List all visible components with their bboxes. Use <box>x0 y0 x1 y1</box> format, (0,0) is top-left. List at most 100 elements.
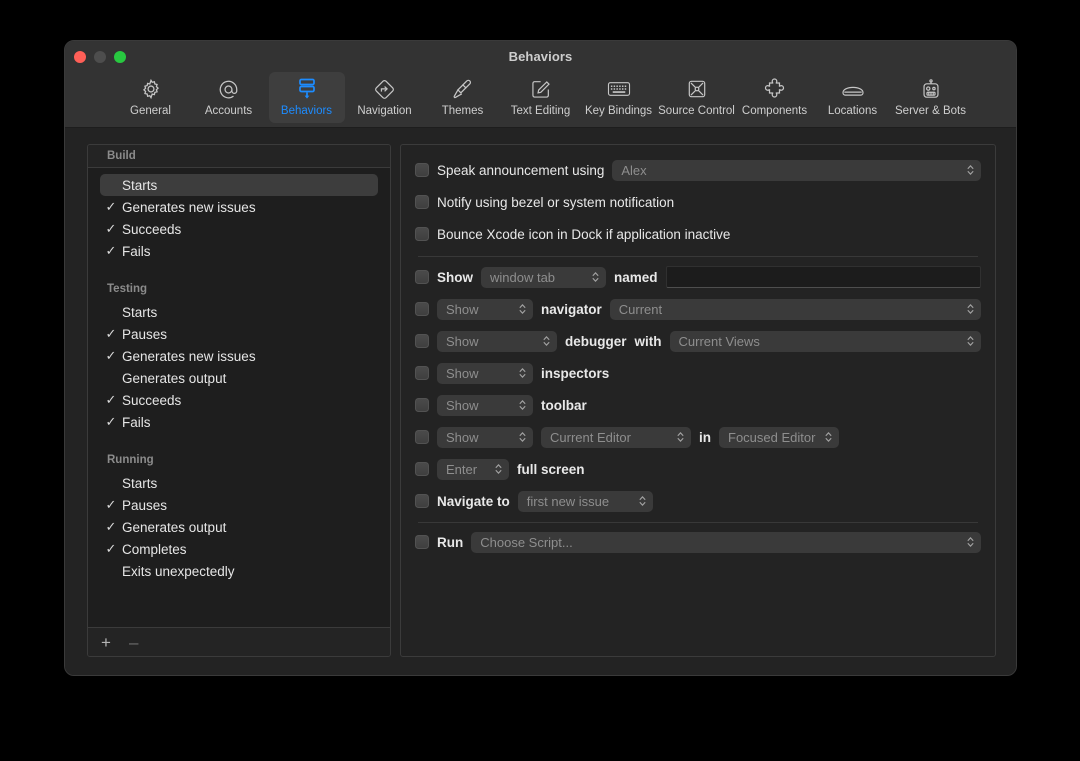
editor-checkbox[interactable] <box>415 430 429 444</box>
run-script-select[interactable]: Choose Script... <box>471 531 981 553</box>
chevron-updown-icon <box>967 304 974 314</box>
source-control-icon <box>686 76 708 102</box>
chevron-updown-icon <box>967 537 974 547</box>
full-screen-checkbox[interactable] <box>415 462 429 476</box>
navigate-to-row: Navigate to first new issue <box>415 488 981 514</box>
chevron-updown-icon <box>825 432 832 442</box>
checkmark-icon: ✓ <box>105 392 117 407</box>
notify-label: Notify using bezel or system notificatio… <box>437 194 675 210</box>
toolbar-item-components[interactable]: Components <box>737 72 813 123</box>
navigate-to-label: Navigate to <box>437 493 510 509</box>
checkmark-icon: ✓ <box>105 519 117 534</box>
speak-announcement-row: Speak announcement using Alex <box>415 157 981 183</box>
robot-icon <box>920 76 942 102</box>
toolbar-item-label: Navigation <box>357 105 412 117</box>
voice-select-value: Alex <box>621 162 647 178</box>
toolbar-action-value: Show <box>446 397 479 413</box>
sidebar-item-running-generates-output[interactable]: ✓ Generates output <box>100 516 378 538</box>
sidebar-item-testing-fails[interactable]: ✓ Fails <box>100 411 378 433</box>
sidebar-item-label: Starts <box>122 177 158 193</box>
sidebar-item-testing-generates-new-issues[interactable]: ✓ Generates new issues <box>100 345 378 367</box>
sidebar-item-label: Starts <box>122 304 158 320</box>
editor-destination-select[interactable]: Focused Editor <box>719 426 839 448</box>
run-label: Run <box>437 534 464 550</box>
inspectors-label: inspectors <box>541 365 610 381</box>
sidebar-item-running-starts[interactable]: Starts <box>100 472 378 494</box>
sidebar-item-testing-generates-output[interactable]: Generates output <box>100 367 378 389</box>
navigator-action-value: Show <box>446 301 479 317</box>
sidebar-item-label: Generates output <box>122 519 227 535</box>
chevron-updown-icon <box>519 304 526 314</box>
toolbar-item-behaviors[interactable]: Behaviors <box>268 72 345 123</box>
sidebar-item-label: Generates output <box>122 370 227 386</box>
sidebar-item-label: Succeeds <box>122 392 182 408</box>
navigate-target-select[interactable]: first new issue <box>517 490 653 512</box>
navigator-action-select[interactable]: Show <box>437 298 533 320</box>
sidebar-item-label: Generates new issues <box>122 199 256 215</box>
toolbar-item-server-and-bots[interactable]: Server & Bots <box>893 72 969 123</box>
toolbar-action-select[interactable]: Show <box>437 394 533 416</box>
sidebar-item-running-exits-unexpectedly[interactable]: Exits unexpectedly <box>100 560 378 582</box>
toolbar-row: Show toolbar <box>415 392 981 418</box>
bounce-dock-checkbox[interactable] <box>415 227 429 241</box>
inspectors-checkbox[interactable] <box>415 366 429 380</box>
sidebar-item-testing-pauses[interactable]: ✓ Pauses <box>100 323 378 345</box>
toolbar-item-source-control[interactable]: Source Control <box>658 72 735 123</box>
navigator-checkbox[interactable] <box>415 302 429 316</box>
puzzle-piece-icon <box>763 76 786 102</box>
debugger-action-select[interactable]: Show <box>437 330 557 352</box>
checkmark-icon: ✓ <box>105 541 117 556</box>
toolbar-item-navigation[interactable]: Navigation <box>347 72 423 123</box>
speak-announcement-checkbox[interactable] <box>415 163 429 177</box>
add-behavior-button[interactable]: + <box>101 634 111 651</box>
sidebar-item-build-fails[interactable]: ✓ Fails <box>100 240 378 262</box>
sidebar-item-build-succeeds[interactable]: ✓ Succeeds <box>100 218 378 240</box>
close-button[interactable] <box>74 51 86 63</box>
toolbar-item-text-editing[interactable]: Text Editing <box>503 72 579 123</box>
toolbar-item-locations[interactable]: Locations <box>815 72 891 123</box>
debugger-checkbox[interactable] <box>415 334 429 348</box>
inspectors-action-value: Show <box>446 365 479 381</box>
sidebar-item-running-pauses[interactable]: ✓ Pauses <box>100 494 378 516</box>
notify-checkbox[interactable] <box>415 195 429 209</box>
toolbar-item-label: Server & Bots <box>895 105 966 117</box>
run-script-row: Run Choose Script... <box>415 529 981 555</box>
sidebar-item-testing-starts[interactable]: Starts <box>100 301 378 323</box>
editor-action-select[interactable]: Show <box>437 426 533 448</box>
sidebar-event-list: Starts ✓ Generates new issues ✓ Succeeds… <box>88 168 390 627</box>
voice-select[interactable]: Alex <box>612 159 981 181</box>
toolbar-checkbox[interactable] <box>415 398 429 412</box>
navigator-which-select[interactable]: Current <box>609 298 981 320</box>
bounce-dock-label: Bounce Xcode icon in Dock if application… <box>437 226 731 242</box>
sidebar-item-label: Fails <box>122 243 151 259</box>
sidebar-item-running-completes[interactable]: ✓ Completes <box>100 538 378 560</box>
navigate-to-checkbox[interactable] <box>415 494 429 508</box>
sidebar-item-label: Succeeds <box>122 221 182 237</box>
sidebar-item-build-starts[interactable]: Starts <box>100 174 378 196</box>
bounce-dock-row: Bounce Xcode icon in Dock if application… <box>415 221 981 247</box>
remove-behavior-button[interactable]: – <box>129 634 138 651</box>
toolbar-item-accounts[interactable]: Accounts <box>191 72 267 123</box>
sidebar-item-testing-succeeds[interactable]: ✓ Succeeds <box>100 389 378 411</box>
editor-target-select[interactable]: Current Editor <box>541 426 691 448</box>
toolbar-item-label: Text Editing <box>510 105 571 117</box>
inspectors-action-select[interactable]: Show <box>437 362 533 384</box>
zoom-button[interactable] <box>114 51 126 63</box>
checkmark-icon: ✓ <box>105 414 117 429</box>
checkmark-icon: ✓ <box>105 326 117 341</box>
show-window-tab-checkbox[interactable] <box>415 270 429 284</box>
window-tab-name-input[interactable] <box>665 266 981 288</box>
sidebar-item-build-generates-new-issues[interactable]: ✓ Generates new issues <box>100 196 378 218</box>
debugger-views-select[interactable]: Current Views <box>669 330 981 352</box>
toolbar-item-themes[interactable]: Themes <box>425 72 501 123</box>
toolbar-item-key-bindings[interactable]: Key Bindings <box>581 72 657 123</box>
inspectors-row: Show inspectors <box>415 360 981 386</box>
speak-announcement-label: Speak announcement using <box>437 162 605 178</box>
preferences-window: Behaviors General Accounts Behaviors Nav… <box>64 40 1017 676</box>
full-screen-action-select[interactable]: Enter <box>437 458 509 480</box>
window-tab-target-select[interactable]: window tab <box>481 266 606 288</box>
minimize-button[interactable] <box>94 51 106 63</box>
run-script-checkbox[interactable] <box>415 535 429 549</box>
toolbar-item-general[interactable]: General <box>113 72 189 123</box>
paintbrush-icon <box>451 76 474 102</box>
